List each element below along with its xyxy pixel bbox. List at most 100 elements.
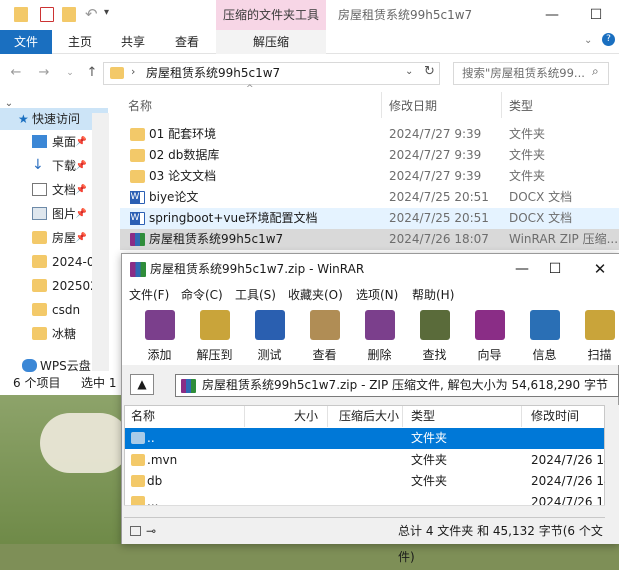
drive-icon[interactable]: [130, 526, 141, 536]
tool-delete-button[interactable]: 删除: [352, 305, 407, 365]
tool-label: 测试: [257, 348, 282, 362]
picture-icon: [32, 207, 47, 220]
row-name: .mvn: [147, 453, 178, 467]
tool-label: 扫描: [587, 348, 612, 362]
row-name: db: [147, 474, 163, 488]
docx-icon: [130, 191, 145, 204]
archive-path-field[interactable]: 房屋租赁系统99h5c1w7.zip - ZIP 压缩文件, 解包大小为 54,…: [175, 374, 619, 397]
menu-help[interactable]: 帮助(H): [412, 285, 454, 305]
archive-row[interactable]: db 文件夹 2024/7/26 18: [125, 471, 612, 492]
maximize-icon[interactable]: ☐: [540, 254, 570, 285]
file-row[interactable]: 02 db数据库 2024/7/27 9:39 文件夹: [120, 145, 619, 166]
tool-label: 向导: [477, 348, 502, 362]
menu-options[interactable]: 选项(N): [356, 285, 398, 305]
folder-icon: [130, 128, 145, 141]
tab-share[interactable]: 共享: [121, 30, 145, 54]
file-row-selected[interactable]: 房屋租赁系统99h5c1w7 2024/7/26 18:07 WinRAR ZIP …: [120, 229, 619, 250]
new-folder-icon[interactable]: [62, 7, 76, 22]
search-input[interactable]: 搜索"房屋租赁系统99...: [453, 62, 609, 85]
cloud-icon: [22, 359, 37, 372]
tool-label: 解压到: [196, 348, 233, 362]
column-date[interactable]: 修改日期: [389, 97, 437, 115]
minimize-icon[interactable]: —: [507, 254, 537, 285]
file-row[interactable]: springboot+vue环境配置文档 2024/7/25 20:51 DOCX …: [120, 208, 619, 229]
pin-icon: 📌: [75, 233, 87, 243]
tool-scan-button[interactable]: 扫描: [572, 305, 619, 365]
file-date: 2024/7/27 9:39: [389, 127, 482, 141]
tool-extract-button[interactable]: 解压到: [187, 305, 242, 365]
column-divider[interactable]: [244, 406, 245, 427]
column-name[interactable]: 名称: [128, 97, 152, 115]
tab-view[interactable]: 查看: [175, 30, 199, 54]
archive-row[interactable]: .mvn 文件夹 2024/7/26 18: [125, 450, 612, 471]
row-type: 文件夹: [411, 474, 448, 488]
menu-favorites[interactable]: 收藏夹(O): [288, 285, 343, 305]
column-divider[interactable]: [327, 406, 328, 427]
file-date: 2024/7/25 20:51: [389, 190, 489, 204]
archive-list-scrollbar[interactable]: [605, 405, 619, 518]
archive-list-hscrollbar[interactable]: [124, 505, 605, 517]
tab-extract[interactable]: 解压缩: [216, 30, 326, 54]
archive-row[interactable]: ... 2024/7/26 18: [125, 492, 604, 506]
tool-info-button[interactable]: 信息: [517, 305, 572, 365]
refresh-icon[interactable]: ↻: [424, 64, 435, 79]
customize-quick-access-icon[interactable]: ▾: [104, 7, 109, 18]
up-icon[interactable]: ↑: [84, 65, 100, 81]
expand-ribbon-icon[interactable]: ⌄: [584, 35, 592, 46]
menu-file[interactable]: 文件(F): [129, 285, 169, 305]
tool-label: 删除: [367, 348, 392, 362]
tab-file[interactable]: 文件: [0, 30, 52, 54]
tab-home[interactable]: 主页: [68, 30, 92, 54]
tool-find-button[interactable]: 查找: [407, 305, 462, 365]
context-tab-compressed-tools[interactable]: 压缩的文件夹工具: [216, 0, 326, 30]
close-icon[interactable]: ✕: [585, 254, 615, 285]
tool-view-button[interactable]: 查看: [297, 305, 352, 365]
tool-add-button[interactable]: 添加: [132, 305, 187, 365]
minimize-icon[interactable]: —: [529, 0, 575, 30]
up-folder-button[interactable]: ▲: [130, 374, 154, 395]
column-modified[interactable]: 修改时间: [531, 406, 579, 427]
tool-wizard-button[interactable]: 向导: [462, 305, 517, 365]
row-modified: 2024/7/26 18: [531, 495, 604, 506]
address-dropdown-icon[interactable]: ⌄: [405, 66, 413, 77]
column-type[interactable]: 类型: [411, 406, 435, 427]
column-size[interactable]: 大小: [294, 406, 318, 427]
column-packed-size[interactable]: 压缩后大小: [339, 406, 399, 427]
folder-quick-icon[interactable]: [14, 7, 28, 22]
view-icon: [310, 310, 340, 340]
address-path[interactable]: 房屋租赁系统99h5c1w7: [146, 62, 280, 85]
undo-icon[interactable]: ↶: [85, 5, 98, 23]
row-modified: 2024/7/26 18: [531, 474, 612, 488]
column-type[interactable]: 类型: [509, 97, 533, 115]
file-row[interactable]: biye论文 2024/7/25 20:51 DOCX 文档: [120, 187, 619, 208]
properties-icon[interactable]: [40, 7, 54, 22]
address-folder-icon: [110, 67, 124, 79]
folder-icon: [32, 255, 47, 268]
archive-path-text: 房屋租赁系统99h5c1w7.zip - ZIP 压缩文件, 解包大小为 54,…: [202, 378, 608, 392]
extract-icon: [200, 310, 230, 340]
column-divider[interactable]: [402, 406, 403, 427]
file-name: springboot+vue环境配置文档: [149, 211, 318, 225]
back-icon[interactable]: ←: [8, 65, 24, 81]
pin-icon: 📌: [75, 137, 87, 147]
help-icon[interactable]: ?: [602, 33, 615, 46]
column-divider[interactable]: [381, 92, 382, 118]
delete-icon: [365, 310, 395, 340]
maximize-icon[interactable]: ☐: [573, 0, 619, 30]
sidebar-scrollbar[interactable]: [92, 113, 109, 371]
tool-test-button[interactable]: 测试: [242, 305, 297, 365]
column-name[interactable]: 名称: [131, 406, 155, 427]
forward-icon[interactable]: →: [36, 65, 52, 81]
menu-commands[interactable]: 命令(C): [181, 285, 223, 305]
file-row[interactable]: 03 论文文档 2024/7/27 9:39 文件夹: [120, 166, 619, 187]
column-divider[interactable]: [501, 92, 502, 118]
file-row[interactable]: 01 配套环境 2024/7/27 9:39 文件夹: [120, 124, 619, 145]
row-type: 文件夹: [411, 453, 448, 467]
sort-indicator-icon: ^: [246, 84, 254, 94]
menu-tools[interactable]: 工具(S): [235, 285, 276, 305]
chevron-right-icon: ›: [131, 65, 136, 78]
recent-locations-icon[interactable]: ⌄: [62, 65, 78, 81]
archive-row-selected[interactable]: .. 文件夹: [125, 428, 604, 449]
tool-label: 添加: [147, 348, 172, 362]
column-divider[interactable]: [521, 406, 522, 427]
